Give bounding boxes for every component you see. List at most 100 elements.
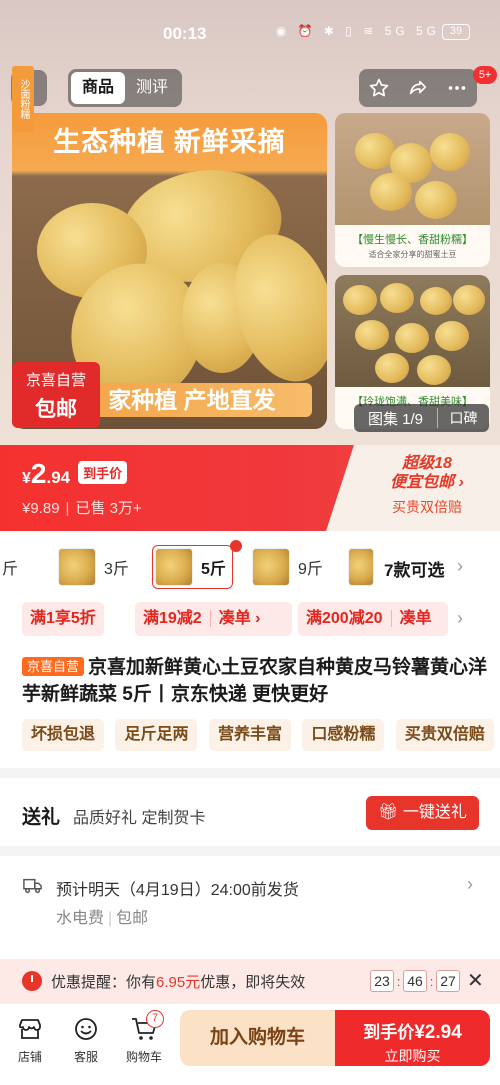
potato-illustration (355, 320, 389, 350)
promo-title: 超级18 (402, 455, 452, 472)
more-icon[interactable] (446, 77, 468, 99)
delivery-estimate: 预计明天（4月19日）24:00前发货 (56, 882, 299, 899)
sku-option-selected[interactable]: 5斤 (152, 545, 233, 589)
potato-illustration (430, 133, 470, 171)
chevron-right-icon: › (467, 874, 473, 894)
store-label: 店铺 (17, 1050, 42, 1064)
discount-reminder: 优惠提醒：你有6.95元优惠，即将失效 23 : 46 : 27 ✕ (0, 959, 500, 1003)
sold-count: 已售 3万+ (75, 500, 142, 517)
clock-icon (22, 971, 42, 991)
coupon-2-action: 凑单 › (209, 610, 261, 627)
gallery-counter-button[interactable]: 图集 1/9 口碑 (354, 404, 489, 432)
status-bar: 00:13 ◉ ⏰ ✱ ▯ ≋ 5G 5G 39 (0, 0, 500, 66)
thumb-image (335, 113, 490, 225)
tab-review[interactable]: 测评 (125, 72, 179, 104)
sku-option[interactable]: 斤 (0, 545, 18, 589)
timer-minutes: 46 (403, 970, 427, 992)
favorite-star-icon[interactable] (368, 77, 390, 99)
timer-seconds: 27 (436, 970, 460, 992)
chevron-right-icon[interactable]: › (457, 556, 463, 577)
sku-label: 3斤 (104, 561, 129, 578)
send-gift-button[interactable]: 🎁︎ 一键送礼 (366, 796, 479, 830)
top-actions (359, 69, 477, 107)
reminder-text: 优惠提醒：你有6.95元优惠，即将失效 (51, 971, 305, 992)
share-icon[interactable] (407, 77, 429, 99)
potato-illustration (435, 321, 469, 351)
self-operated-badge: 京喜自营 (22, 657, 85, 676)
potato-illustration (395, 323, 429, 353)
promo-guarantee: 买贵双倍赔 (392, 499, 462, 515)
potato-illustration (375, 353, 409, 383)
sku-label: 斤 (2, 561, 19, 578)
send-gift-label: 一键送礼 (402, 804, 467, 821)
potato-illustration (420, 287, 452, 315)
timer-separator: : (396, 973, 401, 989)
sku-label: 9斤 (298, 561, 323, 578)
service-button[interactable]: 客服 (66, 1014, 106, 1065)
close-icon[interactable]: ✕ (467, 968, 484, 993)
promo-subtitle: 便宜包邮 › (390, 474, 464, 491)
status-time: 00:13 (163, 24, 207, 43)
cart-count-badge: 7 (146, 1010, 164, 1028)
cart-label: 购物车 (125, 1050, 162, 1064)
coupon-2[interactable]: 满19减2 凑单 › (135, 602, 292, 636)
coupon-2-text: 满19减2 (143, 610, 202, 627)
add-to-cart-button[interactable]: 加入购物车 (180, 1010, 335, 1066)
reminder-suffix: 优惠，即将失效 (200, 974, 306, 991)
section-divider (0, 846, 500, 856)
potato-illustration (343, 285, 377, 315)
status-icons: ◉ ⏰ ✱ ▯ ≋ 5G 5G (275, 24, 440, 38)
service-tags: 坏损包退 足斤足两 营养丰富 口感粉糯 买贵双倍赔 (22, 719, 500, 753)
buy-price-value: ¥2.94 (414, 1022, 462, 1043)
sku-label: 5斤 (201, 561, 226, 578)
product-gallery-area: 00:13 ◉ ⏰ ✱ ▯ ≋ 5G 5G 39 ‹ 商品 测评 5+ 生态种植… (0, 0, 500, 445)
coupon-3-action: 凑单 (390, 610, 432, 627)
review-link[interactable]: 口碑 (437, 408, 489, 428)
timer-separator: : (429, 973, 434, 989)
jd-tag-line1: 京喜自营 (25, 372, 86, 389)
sku-thumb (252, 548, 290, 586)
message-badge: 5+ (473, 66, 497, 84)
potato-illustration (380, 283, 414, 313)
price-currency: ¥ (22, 470, 31, 487)
top-tabs: 商品 测评 (68, 69, 182, 107)
gift-subtitle: 品质好礼 定制贺卡 (73, 810, 206, 827)
product-title-text: 京喜加新鲜黄心土豆农家自种黄皮马铃薯黄心洋芋新鲜蔬菜 5斤丨京东快递 更快更好 (22, 657, 488, 705)
gift-icon: 🎁︎ (378, 804, 403, 821)
super18-promo[interactable]: 超级18 便宜包邮 › 买贵双倍赔 (372, 455, 482, 517)
buy-price: 到手价¥2.94 (335, 1018, 490, 1044)
sku-option[interactable]: 3斤 (58, 545, 129, 589)
potato-illustration (355, 133, 395, 169)
section-divider (0, 768, 500, 778)
thumb-caption: 【慢生慢长、香甜粉糯】 (352, 234, 473, 246)
price-integer: 2 (30, 458, 47, 489)
sku-count[interactable]: 7款可选 (384, 556, 444, 581)
potato-illustration (417, 355, 451, 385)
shipping-label: 包邮 (116, 910, 149, 927)
original-price: ¥9.89 (22, 500, 60, 517)
potato-illustration (370, 173, 412, 211)
service-tag: 足斤足两 (115, 719, 198, 751)
service-tag: 坏损包退 (22, 719, 105, 751)
coupon-1[interactable]: 满1享5折 (22, 602, 104, 636)
service-tag: 买贵双倍赔 (395, 719, 494, 751)
delivery-section[interactable]: 预计明天（4月19日）24:00前发货 水电费 | 包邮 › (0, 864, 500, 944)
reminder-prefix: 优惠提醒：你有 (51, 974, 157, 991)
timer-hours: 23 (370, 970, 394, 992)
thumb-image (335, 275, 490, 387)
chevron-right-icon[interactable]: › (457, 608, 463, 629)
store-icon (10, 1014, 50, 1044)
potato-illustration (415, 181, 457, 219)
gallery-thumb-1[interactable]: 【慢生慢长、香甜粉糯】 适合全家分享的甜蜜土豆 (335, 113, 490, 267)
coupon-3[interactable]: 满200减20 凑单 (298, 602, 448, 636)
sku-selected-dot (230, 540, 242, 552)
main-image-headline: 生态种植 新鲜采摘 (12, 113, 327, 171)
jd-tag-line2: 包邮 (35, 398, 77, 421)
sku-option[interactable]: 9斤 (252, 545, 323, 589)
buy-now-button[interactable]: 到手价¥2.94 立即购买 (335, 1010, 490, 1066)
delivery-fees: 水电费 | 包邮 (56, 910, 149, 927)
reminder-amount: 6.95元 (156, 974, 201, 991)
store-button[interactable]: 店铺 (10, 1014, 50, 1065)
tab-product[interactable]: 商品 (71, 72, 125, 104)
sku-option[interactable] (348, 545, 374, 589)
